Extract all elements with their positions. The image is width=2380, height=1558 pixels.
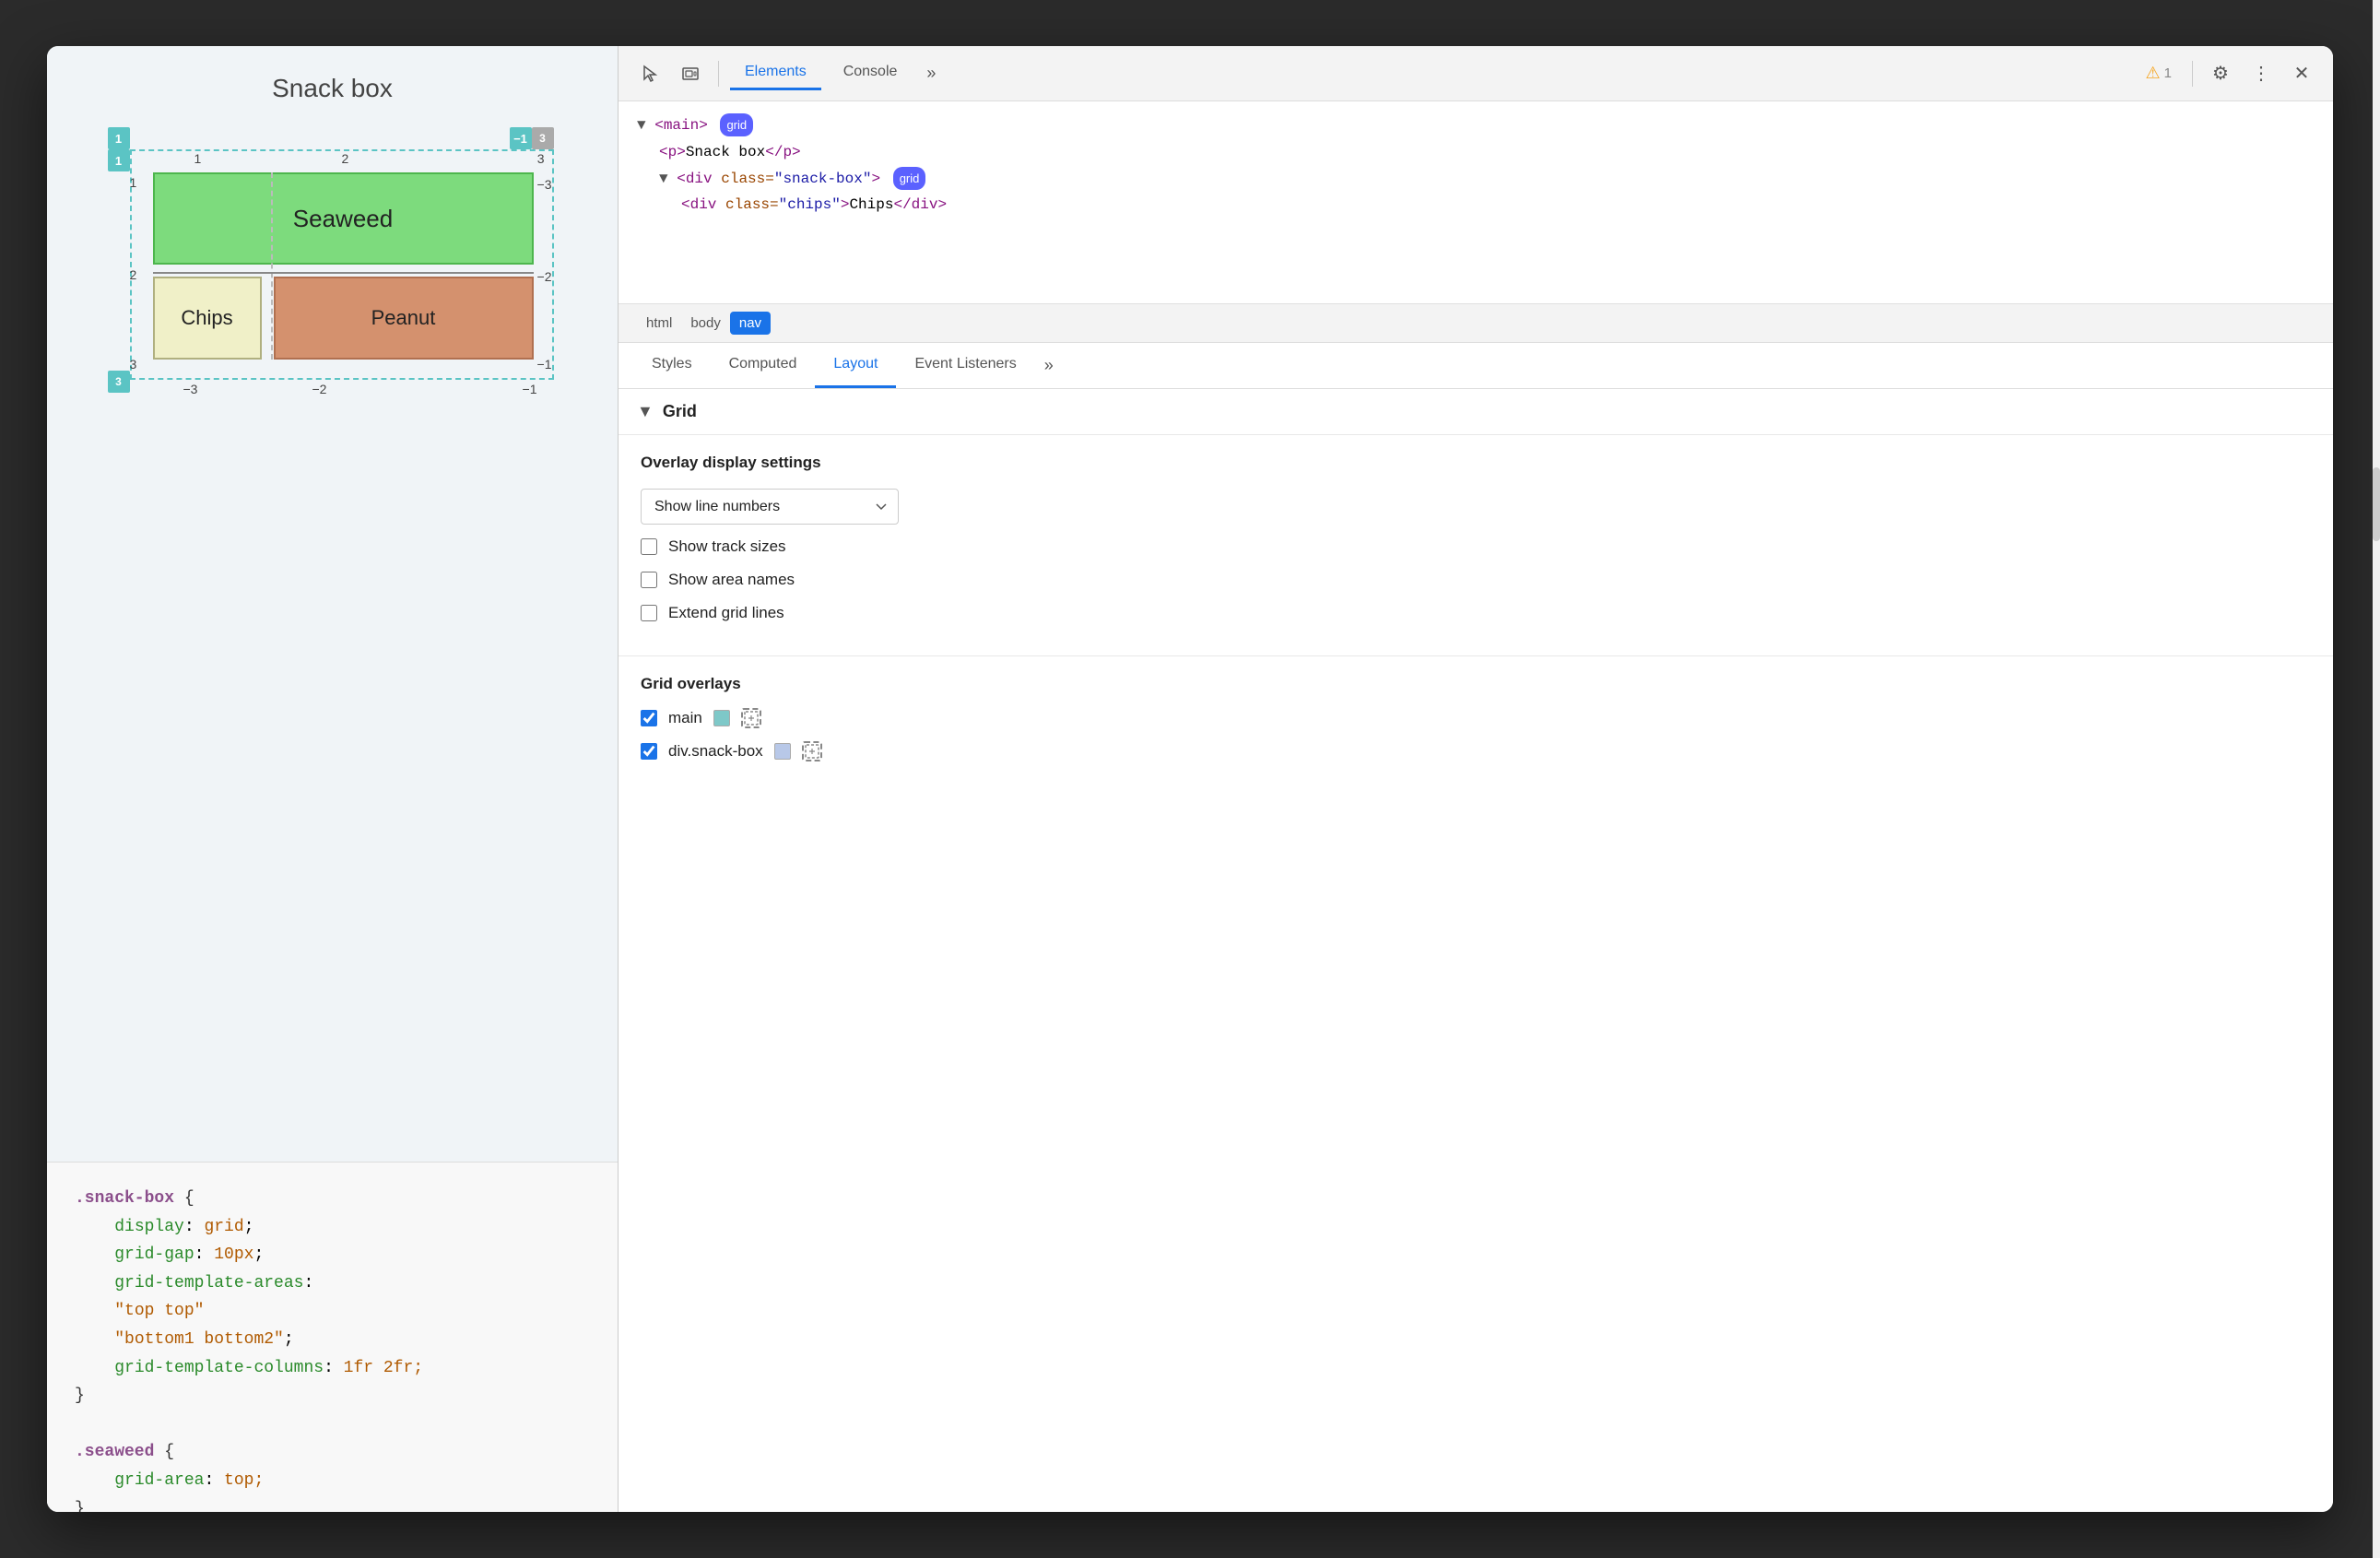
corner-neg1-top: −1 <box>510 127 532 149</box>
layout-panel: ▼ Grid Overlay display settings Show lin… <box>619 389 2333 1512</box>
overlay-main-checkbox[interactable] <box>641 710 657 726</box>
inspect-icon[interactable] <box>633 57 666 90</box>
breadcrumb-html[interactable]: html <box>637 312 681 335</box>
overlay-snack-box-target-icon[interactable] <box>802 741 822 761</box>
devtools-toolbar: Elements Console » ⚠ 1 ⚙ ⋮ ✕ <box>619 46 2333 101</box>
corner-3-bottom: 3 <box>108 371 130 393</box>
grid-num-right-neg2: −2 <box>537 269 552 284</box>
code-line-1: .snack-box { <box>75 1185 590 1213</box>
grid-num-top-3: 3 <box>537 151 545 166</box>
dom-line-2: <p>Snack box</p> <box>637 139 2315 166</box>
overlay-settings-title: Overlay display settings <box>641 454 2311 472</box>
corner-1-left: 1 <box>108 149 130 171</box>
more-options-icon[interactable]: ⋮ <box>2245 57 2278 90</box>
overlay-main-label: main <box>668 709 702 727</box>
show-area-names-label: Show area names <box>668 571 795 589</box>
peanut-cell: Peanut <box>274 277 534 360</box>
grid-num-left-3: 3 <box>130 357 137 372</box>
grid-section-header[interactable]: ▼ Grid <box>619 389 2333 435</box>
grid-num-right-neg1: −1 <box>537 357 552 372</box>
tabs-bar: Styles Computed Layout Event Listeners » <box>619 343 2333 389</box>
grid-num-bottom-neg1: −1 <box>523 382 537 396</box>
overlay-snack-box-color[interactable] <box>774 743 791 760</box>
tab-computed[interactable]: Computed <box>711 343 816 388</box>
grid-num-bottom-neg2: −2 <box>312 382 327 396</box>
grid-num-top-1: 1 <box>194 151 202 166</box>
chips-cell: Chips <box>153 277 262 360</box>
show-area-names-checkbox[interactable] <box>641 572 657 588</box>
grid-num-top-2: 2 <box>342 151 349 166</box>
show-area-names-row: Show area names <box>641 571 2311 589</box>
toolbar-separator-2 <box>2192 61 2193 87</box>
more-tabs-icon[interactable]: » <box>919 60 943 87</box>
breadcrumb-nav[interactable]: nav <box>730 312 771 335</box>
grid-hline <box>153 272 534 274</box>
dom-line-3: ▼ <div class="snack-box"> grid <box>637 166 2315 193</box>
snack-box-title: Snack box <box>65 74 599 103</box>
line-numbers-dropdown-row: Show line numbers Show track sizes Show … <box>641 489 2311 525</box>
extend-grid-lines-row: Extend grid lines <box>641 604 2311 622</box>
grid-overlays-title: Grid overlays <box>641 675 2311 693</box>
browser-window: Snack box 1 −1 3 1 3 1 2 3 −3 <box>47 46 2333 1512</box>
tab-event-listeners[interactable]: Event Listeners <box>896 343 1034 388</box>
grid-overlays-section: Grid overlays main <box>619 656 2333 793</box>
breadcrumb-bar: html body nav <box>619 304 2333 343</box>
warning-badge: ⚠ 1 <box>2137 60 2181 87</box>
corner-3-top: 3 <box>532 127 554 149</box>
grid-vline <box>271 172 273 360</box>
grid-num-right-neg3: −3 <box>537 177 552 192</box>
toolbar-separator-1 <box>718 61 719 87</box>
device-icon[interactable] <box>674 57 707 90</box>
extend-grid-lines-checkbox[interactable] <box>641 605 657 621</box>
overlay-main-color[interactable] <box>713 710 730 726</box>
code-line-9 <box>75 1410 590 1439</box>
overlay-main-row: main <box>641 708 2311 728</box>
overlay-snack-box-checkbox[interactable] <box>641 743 657 760</box>
seaweed-cell: Seaweed <box>153 172 534 265</box>
code-line-6: "bottom1 bottom2"; <box>75 1326 590 1354</box>
tab-elements[interactable]: Elements <box>730 56 821 90</box>
tab-more-icon[interactable]: » <box>1035 343 1063 388</box>
section-triangle-icon: ▼ <box>637 402 654 421</box>
show-track-sizes-checkbox[interactable] <box>641 538 657 555</box>
dom-line-4: <div class="chips">Chips</div> <box>637 192 2315 218</box>
corner-1-top: 1 <box>108 127 130 149</box>
overlay-dropdown[interactable]: Show line numbers Show track sizes Show … <box>641 489 899 525</box>
grid-num-left-1: 1 <box>130 175 137 190</box>
tab-layout[interactable]: Layout <box>815 343 896 388</box>
overlay-snack-box-label: div.snack-box <box>668 742 763 761</box>
overlay-main-target-icon[interactable] <box>741 708 761 728</box>
extend-grid-lines-label: Extend grid lines <box>668 604 784 622</box>
grid-visualization: 1 −1 3 1 3 1 2 3 −3 −2 −1 1 2 3 <box>102 122 563 398</box>
grid-num-left-2: 2 <box>130 267 137 282</box>
code-line-10: .seaweed { <box>75 1438 590 1467</box>
show-track-sizes-row: Show track sizes <box>641 537 2311 556</box>
code-line-5: "top top" <box>75 1297 590 1326</box>
overlay-display-settings: Overlay display settings Show line numbe… <box>619 435 2333 656</box>
tab-styles[interactable]: Styles <box>633 343 711 388</box>
settings-icon[interactable]: ⚙ <box>2204 57 2237 90</box>
tab-console[interactable]: Console <box>829 56 913 90</box>
main-area: Snack box 1 −1 3 1 3 1 2 3 −3 <box>47 46 2333 1512</box>
breadcrumb-body[interactable]: body <box>681 312 730 335</box>
dom-panel: ▼ <main> grid <p>Snack box</p> ▼ <div cl… <box>619 101 2333 304</box>
code-line-8: } <box>75 1382 590 1410</box>
code-line-3: grid-gap: 10px; <box>75 1241 590 1269</box>
close-icon[interactable]: ✕ <box>2285 57 2318 90</box>
code-line-2: display: grid; <box>75 1213 590 1242</box>
devtools-panel: Elements Console » ⚠ 1 ⚙ ⋮ ✕ ▼ <main> gr… <box>619 46 2333 1512</box>
warning-icon: ⚠ <box>2146 64 2161 83</box>
code-line-12: } <box>75 1495 590 1512</box>
left-panel: Snack box 1 −1 3 1 3 1 2 3 −3 <box>47 46 619 1512</box>
code-line-4: grid-template-areas: <box>75 1269 590 1298</box>
code-line-11: grid-area: top; <box>75 1467 590 1495</box>
grid-num-bottom-neg3: −3 <box>183 382 198 396</box>
code-line-7: grid-template-columns: 1fr 2fr; <box>75 1354 590 1383</box>
overlay-snack-box-row: div.snack-box <box>641 741 2311 761</box>
show-track-sizes-label: Show track sizes <box>668 537 786 556</box>
dom-line-1: ▼ <main> grid <box>637 112 2315 139</box>
grid-demo-area: Snack box 1 −1 3 1 3 1 2 3 −3 <box>47 46 618 1162</box>
code-panel: .snack-box { display: grid; grid-gap: 10… <box>47 1162 618 1512</box>
